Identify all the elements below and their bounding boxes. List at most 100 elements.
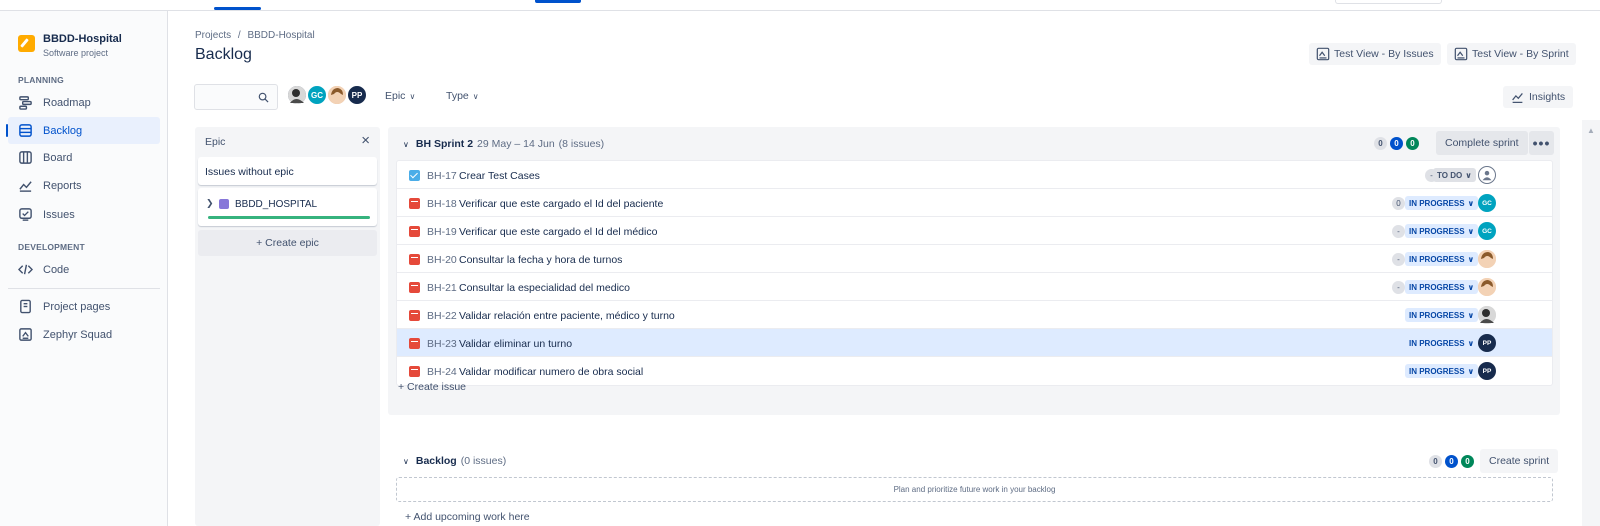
create-sprint-button[interactable]: Create sprint — [1480, 449, 1559, 473]
scroll-up-icon[interactable]: ▲ — [1587, 126, 1595, 135]
issue-row[interactable]: BH-17 Crear Test Cases - TO DO ∨ — [397, 161, 1552, 189]
issue-key[interactable]: BH-24 — [427, 366, 457, 378]
avatar-filter-user-3[interactable] — [326, 84, 348, 106]
bug-icon — [409, 254, 420, 265]
issue-summary: Consultar la especialidad del medico — [459, 282, 631, 294]
test-view-icon — [1316, 47, 1330, 61]
sidebar-item-board[interactable]: Board — [8, 144, 160, 171]
search-icon — [258, 92, 269, 103]
sidebar-item-issues[interactable]: Issues — [8, 201, 160, 228]
sidebar-item-zephyr-squad[interactable]: Zephyr Squad — [8, 321, 160, 348]
test-view-by-issues-label: Test View - By Issues — [1334, 48, 1434, 60]
create-issue-button[interactable]: + Create issue — [398, 381, 466, 393]
status-dropdown[interactable]: IN PROGRESS ∨ — [1405, 364, 1479, 378]
sidebar-divider — [8, 288, 160, 289]
issue-row[interactable]: BH-24 Validar modificar numero de obra s… — [397, 357, 1552, 385]
assignee-avatar[interactable]: PP — [1478, 362, 1496, 380]
assignee-avatar[interactable] — [1478, 278, 1496, 296]
story-points-badge: - — [1392, 281, 1405, 294]
scrollbar[interactable]: ▲ — [1582, 120, 1600, 526]
todo-count-badge: 0 — [1429, 455, 1442, 468]
issue-key[interactable]: BH-23 — [427, 338, 457, 350]
project-type: Software project — [43, 48, 109, 58]
insights-icon — [1512, 92, 1523, 103]
breadcrumb-projects-link[interactable]: Projects — [195, 30, 231, 41]
status-dropdown[interactable]: IN PROGRESS ∨ — [1405, 252, 1479, 266]
epic-card[interactable]: ❯ BBDD_HOSPITAL — [198, 188, 377, 226]
status-dropdown[interactable]: TO DO ∨ — [1433, 168, 1476, 182]
test-view-by-issues-button[interactable]: Test View - By Issues — [1309, 43, 1441, 65]
sidebar-item-label: Code — [43, 263, 70, 276]
issue-row[interactable]: BH-18 Verificar que este cargado el Id d… — [397, 189, 1552, 217]
issue-summary: Verificar que este cargado el Id del pac… — [459, 198, 664, 210]
top-nav-create-button[interactable] — [535, 0, 581, 3]
more-actions-button[interactable]: ••• — [1529, 131, 1554, 155]
status-label: IN PROGRESS — [1409, 282, 1465, 292]
issue-key[interactable]: BH-20 — [427, 254, 457, 266]
status-dropdown[interactable]: IN PROGRESS ∨ — [1405, 196, 1479, 210]
avatar-filter-user-1[interactable] — [286, 84, 308, 106]
chevron-down-icon: ∨ — [1467, 282, 1475, 292]
issue-key[interactable]: BH-17 — [427, 170, 457, 182]
status-dropdown[interactable]: IN PROGRESS ∨ — [1405, 280, 1479, 294]
chevron-down-icon[interactable]: ∨ — [403, 140, 409, 149]
task-icon — [409, 170, 420, 181]
issues-without-epic[interactable]: Issues without epic — [198, 157, 377, 185]
backlog-header[interactable]: ∨ Backlog (0 issues) — [403, 455, 506, 467]
sidebar-item-roadmap[interactable]: Roadmap — [8, 89, 160, 116]
status-dropdown[interactable]: IN PROGRESS ∨ — [1405, 308, 1479, 322]
sidebar-item-label: Project pages — [43, 300, 111, 313]
bug-icon — [409, 282, 420, 293]
unassigned-avatar-icon[interactable] — [1478, 166, 1496, 184]
create-epic-button[interactable]: + Create epic — [198, 230, 377, 256]
assignee-avatar[interactable]: GC — [1478, 222, 1496, 240]
test-view-by-sprint-button[interactable]: Test View - By Sprint — [1447, 43, 1576, 65]
assignee-avatar[interactable] — [1478, 250, 1496, 268]
close-icon[interactable]: × — [361, 132, 370, 149]
assignee-avatar[interactable]: GC — [1478, 194, 1496, 212]
chevron-down-icon: ∨ — [1467, 366, 1475, 376]
avatar-filter-pp[interactable]: PP — [346, 84, 368, 106]
type-filter-dropdown[interactable]: Type ∨ — [446, 90, 479, 102]
issue-row[interactable]: BH-20 Consultar la fecha y hora de turno… — [397, 245, 1552, 273]
sprint-issue-list: BH-17 Crear Test Cases - TO DO ∨ BH-18 Ve… — [396, 160, 1553, 386]
sidebar-item-code[interactable]: Code — [8, 256, 160, 283]
search-input[interactable] — [194, 84, 278, 110]
story-points-badge: 0 — [1392, 197, 1405, 210]
sprint-container: ∨ BH Sprint 2 29 May – 14 Jun (8 issues)… — [388, 127, 1560, 415]
top-nav-search-field[interactable] — [1335, 0, 1442, 4]
sprint-header[interactable]: ∨ BH Sprint 2 29 May – 14 Jun (8 issues) — [403, 138, 604, 150]
complete-sprint-button[interactable]: Complete sprint — [1436, 131, 1528, 155]
issue-key[interactable]: BH-18 — [427, 198, 457, 210]
planning-section-label: PLANNING — [18, 75, 64, 85]
assignee-avatar[interactable]: PP — [1478, 334, 1496, 352]
epic-filter-dropdown[interactable]: Epic ∨ — [385, 90, 415, 102]
sidebar-item-label: Board — [43, 151, 73, 164]
issue-key[interactable]: BH-21 — [427, 282, 457, 294]
sidebar-item-label: Reports — [43, 179, 82, 192]
issue-row[interactable]: BH-21 Consultar la especialidad del medi… — [397, 273, 1552, 301]
assignee-avatar[interactable] — [1478, 306, 1496, 324]
status-dropdown[interactable]: IN PROGRESS ∨ — [1405, 336, 1479, 350]
breadcrumb-project-link[interactable]: BBDD-Hospital — [247, 30, 314, 41]
issue-key[interactable]: BH-22 — [427, 310, 457, 322]
sidebar-item-reports[interactable]: Reports — [8, 172, 160, 199]
issue-row[interactable]: BH-19 Verificar que este cargado el Id d… — [397, 217, 1552, 245]
sidebar-item-backlog[interactable]: Backlog — [6, 117, 160, 144]
issue-row[interactable]: BH-22 Validar relación entre paciente, m… — [397, 301, 1552, 329]
user-photo-icon — [1478, 306, 1496, 324]
backlog-icon — [19, 124, 32, 137]
chevron-down-icon[interactable]: ∨ — [403, 457, 409, 466]
epic-panel-title: Epic — [205, 136, 226, 148]
top-nav-active-indicator[interactable] — [214, 7, 261, 10]
add-upcoming-work-button[interactable]: + Add upcoming work here — [405, 511, 530, 523]
sidebar-item-project-pages[interactable]: Project pages — [8, 293, 160, 320]
avatar-filter-gc[interactable]: GC — [306, 84, 328, 106]
backlog-issue-count: (0 issues) — [460, 455, 507, 467]
project-header[interactable]: BBDD-Hospital Software project — [18, 33, 122, 58]
issue-row-selected[interactable]: BH-23 Validar eliminar un turno IN PROGR… — [397, 329, 1552, 357]
insights-button[interactable]: Insights — [1503, 86, 1574, 108]
chevron-right-icon[interactable]: ❯ — [206, 198, 214, 209]
issue-key[interactable]: BH-19 — [427, 226, 457, 238]
status-dropdown[interactable]: IN PROGRESS ∨ — [1405, 224, 1479, 238]
